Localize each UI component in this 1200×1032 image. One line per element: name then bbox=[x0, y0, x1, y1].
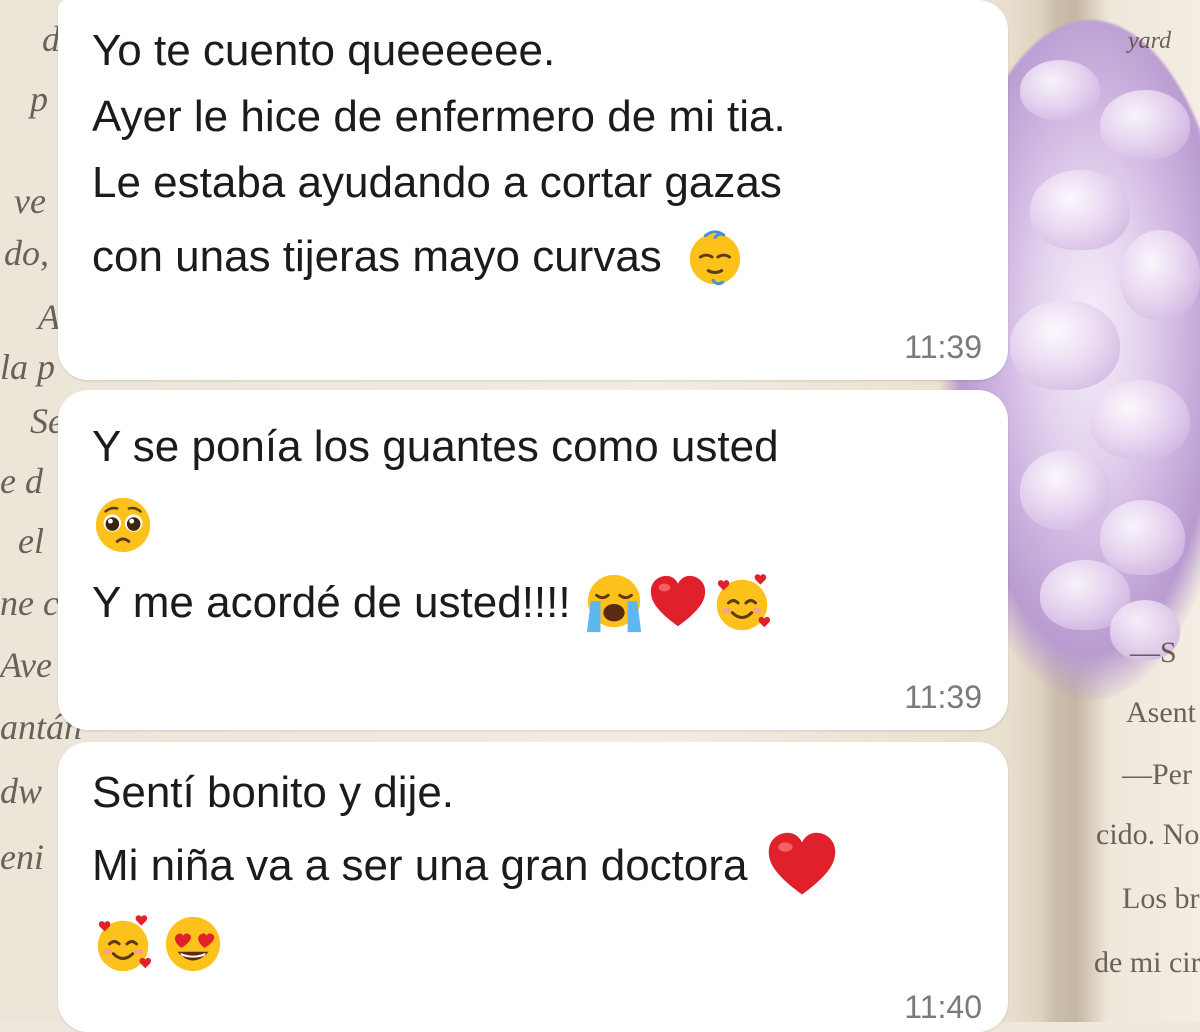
message-bubble[interactable]: Sentí bonito y dije. Mi niña va a ser un… bbox=[58, 742, 1008, 1032]
heart-eyes-face-icon bbox=[162, 913, 224, 975]
message-line: Yo te cuento queeeeee. bbox=[92, 18, 978, 84]
message-line: Ayer le hice de enfermero de mi tia. bbox=[92, 84, 978, 150]
message-line: Y me acordé de usted!!!! bbox=[92, 570, 978, 636]
message-line bbox=[92, 904, 978, 984]
face-with-spiral-eyes-icon bbox=[684, 226, 746, 288]
smiling-face-with-hearts-icon bbox=[711, 572, 773, 634]
red-heart-icon bbox=[647, 572, 709, 634]
loudly-crying-face-icon bbox=[583, 572, 645, 634]
message-line: con unas tijeras mayo curvas bbox=[92, 224, 978, 290]
message-bubble[interactable]: Yo te cuento queeeeee. Ayer le hice de e… bbox=[58, 0, 1008, 380]
smiling-face-with-hearts-icon bbox=[92, 913, 154, 975]
message-text: Ayer le hice de enfermero de mi tia. bbox=[92, 92, 786, 141]
message-line: Mi niña va a ser una gran doctora bbox=[92, 828, 978, 904]
message-text: Mi niña va a ser una gran doctora bbox=[92, 841, 748, 890]
message-line: Le estaba ayudando a cortar gazas bbox=[92, 150, 978, 216]
message-text: Sentí bonito y dije. bbox=[92, 768, 455, 817]
message-bubble[interactable]: Y se ponía los guantes como usted Y me a… bbox=[58, 390, 1008, 730]
message-text: Y me acordé de usted!!!! bbox=[92, 578, 571, 627]
message-text: con unas tijeras mayo curvas bbox=[92, 232, 662, 281]
message-text: Y se ponía los guantes como usted bbox=[92, 422, 779, 471]
message-text: Le estaba ayudando a cortar gazas bbox=[92, 158, 782, 207]
message-timestamp: 11:40 bbox=[904, 989, 982, 1025]
red-heart-icon bbox=[764, 828, 840, 904]
message-line: Sentí bonito y dije. bbox=[92, 760, 978, 826]
message-timestamp: 11:39 bbox=[904, 679, 982, 715]
pleading-face-icon bbox=[92, 494, 154, 556]
message-line bbox=[92, 480, 978, 570]
message-timestamp: 11:39 bbox=[904, 329, 982, 365]
message-line: Y se ponía los guantes como usted bbox=[92, 414, 978, 480]
chat-message-list[interactable]: Yo te cuento queeeeee. Ayer le hice de e… bbox=[0, 0, 1200, 1032]
message-text: Yo te cuento queeeeee. bbox=[92, 26, 556, 75]
